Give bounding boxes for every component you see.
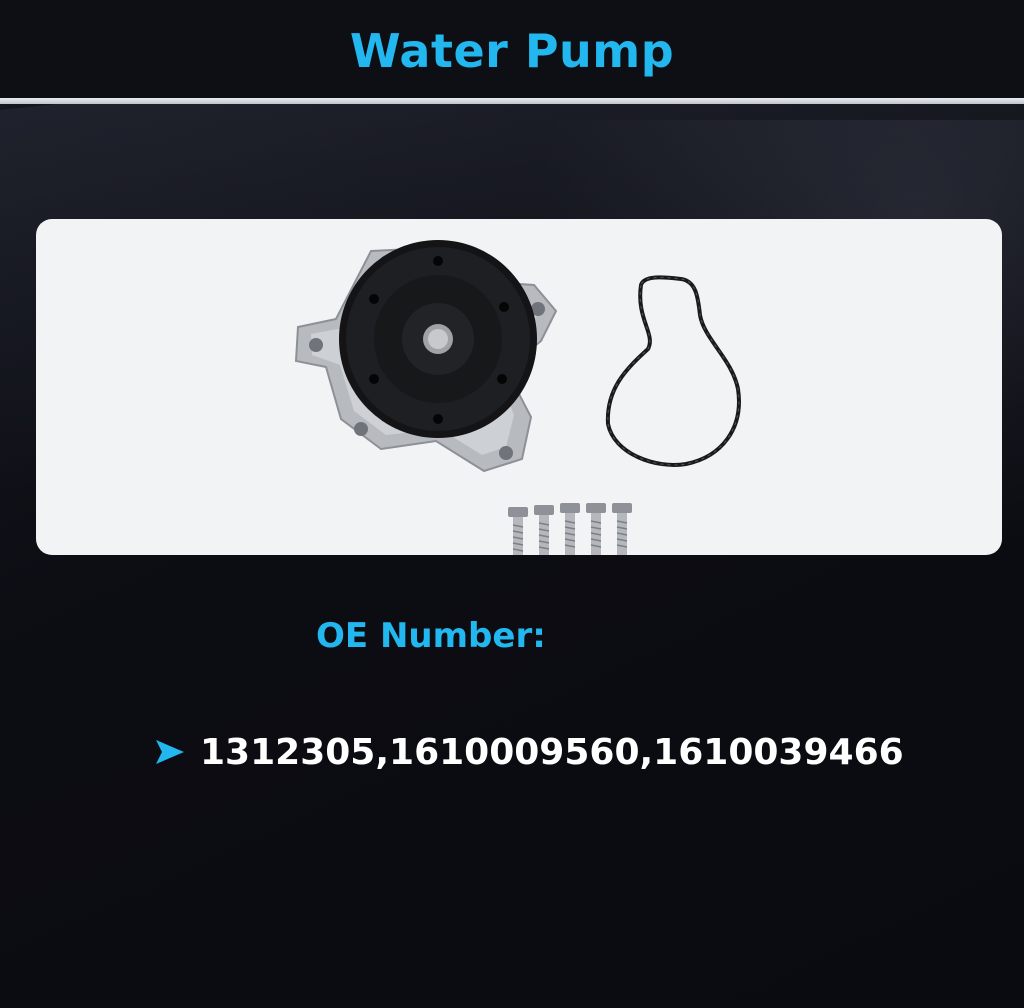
header-divider xyxy=(0,98,1024,104)
bolt-icon xyxy=(508,503,632,555)
product-photo xyxy=(294,240,741,555)
oe-number-values: 1312305,1610009560,1610039466 xyxy=(200,731,904,773)
oe-number-row: 1312305,1610009560,1610039466 xyxy=(152,730,904,774)
product-image-panel xyxy=(36,219,1002,555)
oe-number-label: OE Number: xyxy=(316,616,546,656)
page: Water Pump OE Number: 1312305,1610009560… xyxy=(0,0,1024,1008)
triangle-arrow-icon xyxy=(156,740,184,764)
page-title: Water Pump xyxy=(349,24,675,78)
gasket-icon xyxy=(605,275,741,467)
water-pump-icon xyxy=(294,240,558,473)
